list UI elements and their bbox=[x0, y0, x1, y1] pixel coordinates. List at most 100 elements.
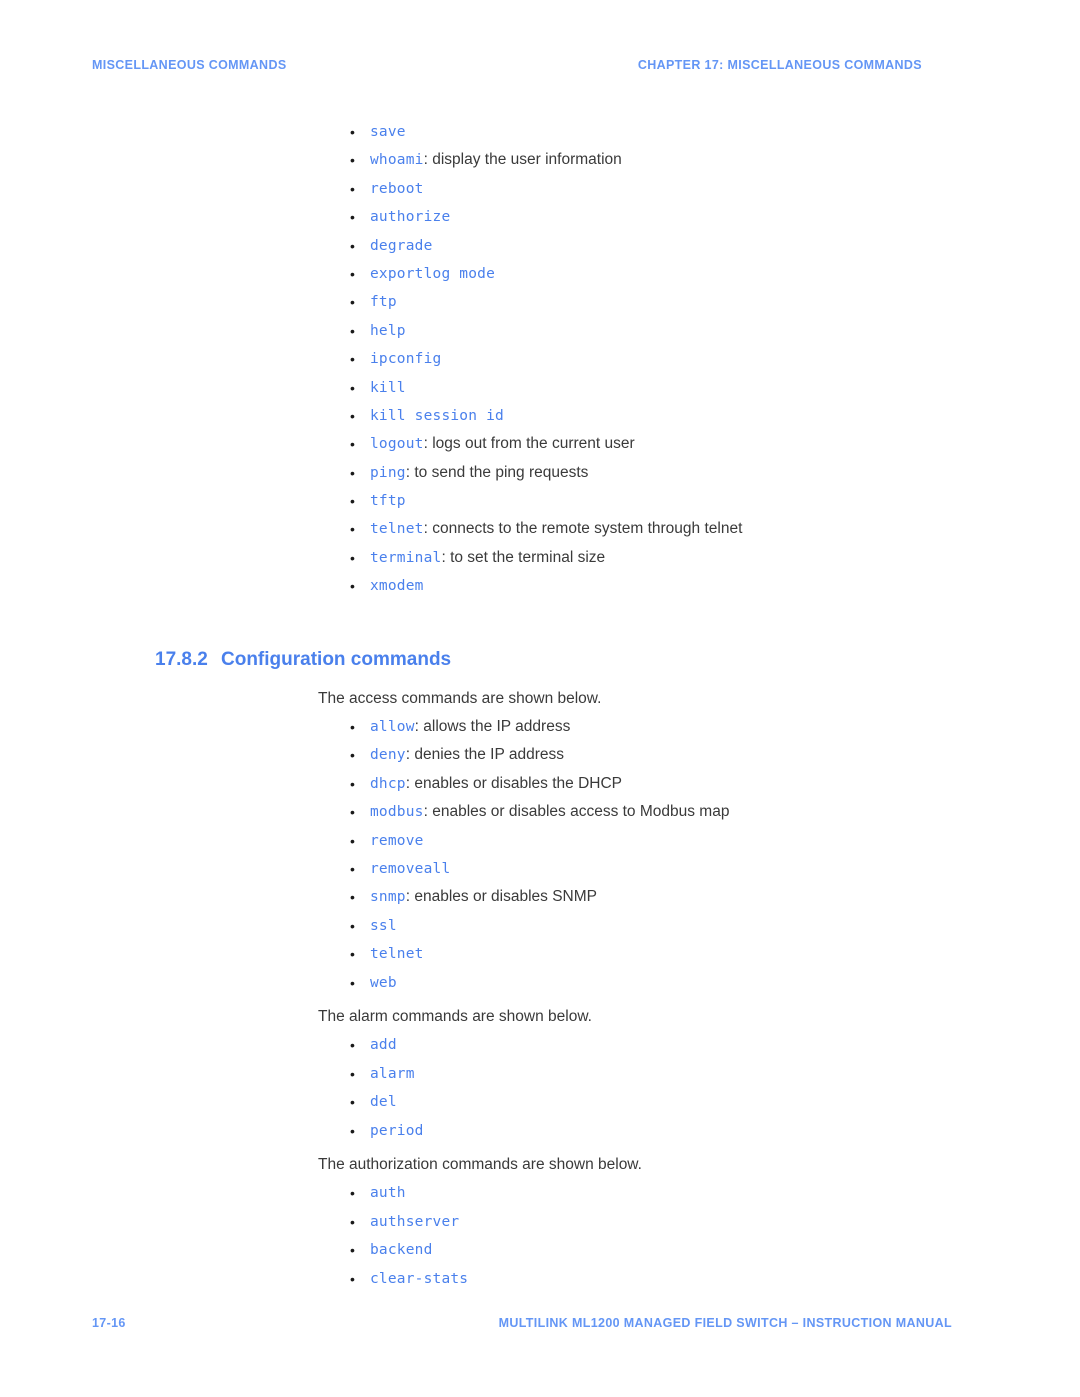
command-name: telnet bbox=[370, 521, 424, 538]
command-name: authserver bbox=[370, 1213, 460, 1230]
command-list-item: del bbox=[0, 1088, 1080, 1117]
miscellaneous-commands-list: save whoami: display the user information… bbox=[0, 118, 1080, 601]
command-name: snmp bbox=[370, 889, 406, 906]
section-number: 17.8.2 bbox=[155, 648, 208, 670]
access-commands-list: allow: allows the IP addressdeny: denies… bbox=[0, 713, 1080, 997]
page-header: MISCELLANEOUS COMMANDS CHAPTER 17: MISCE… bbox=[0, 58, 1080, 80]
command-list-item: clear-stats bbox=[0, 1265, 1080, 1294]
command-description: : to send the ping requests bbox=[405, 463, 589, 481]
header-left-title: MISCELLANEOUS COMMANDS bbox=[92, 58, 287, 72]
command-list-item: logout: logs out from the current user bbox=[0, 430, 1080, 459]
command-list-item: deny: denies the IP address bbox=[0, 741, 1080, 770]
command-description: : enables or disables SNMP bbox=[405, 888, 597, 906]
authorization-commands-list: auth authserver backend clear-stats bbox=[0, 1179, 1080, 1293]
command-name: ftp bbox=[370, 294, 397, 311]
alarm-intro-text: The alarm commands are shown below. bbox=[318, 1007, 592, 1025]
command-list-item: authorize bbox=[0, 203, 1080, 232]
command-list-item: period bbox=[0, 1117, 1080, 1146]
header-right-chapter: CHAPTER 17: MISCELLANEOUS COMMANDS bbox=[637, 58, 922, 72]
command-name: alarm bbox=[370, 1065, 415, 1082]
alarm-commands-list: add alarm del period bbox=[0, 1031, 1080, 1145]
command-name: whoami bbox=[370, 152, 424, 169]
command-name: terminal bbox=[370, 549, 442, 566]
command-list-item: remove bbox=[0, 827, 1080, 856]
command-list-item: auth bbox=[0, 1179, 1080, 1208]
command-list-item: modbus: enables or disables access to Mo… bbox=[0, 798, 1080, 827]
command-description: : enables or disables access to Modbus m… bbox=[423, 803, 730, 821]
document-page: MISCELLANEOUS COMMANDS CHAPTER 17: MISCE… bbox=[0, 0, 1080, 1397]
command-list-item: allow: allows the IP address bbox=[0, 713, 1080, 742]
command-description: : connects to the remote system through … bbox=[423, 520, 743, 538]
command-list-item: save bbox=[0, 118, 1080, 147]
command-list-item: telnet: connects to the remote system th… bbox=[0, 515, 1080, 544]
command-list-item: kill bbox=[0, 374, 1080, 403]
section-title: Configuration commands bbox=[221, 648, 452, 670]
command-list-item: alarm bbox=[0, 1060, 1080, 1089]
command-list-item: telnet bbox=[0, 940, 1080, 969]
command-list-item: ssl bbox=[0, 912, 1080, 941]
command-list-item: terminal: to set the terminal size bbox=[0, 544, 1080, 573]
command-name: save bbox=[370, 124, 406, 140]
command-name: clear-stats bbox=[370, 1270, 469, 1287]
command-description: : enables or disables the DHCP bbox=[405, 774, 622, 792]
command-description: : display the user information bbox=[423, 151, 622, 169]
footer-page-number: 17-16 bbox=[92, 1316, 126, 1330]
command-name: tftp bbox=[370, 493, 406, 510]
command-name: telnet bbox=[370, 946, 424, 963]
command-description: : denies the IP address bbox=[405, 746, 564, 764]
command-description: : logs out from the current user bbox=[423, 435, 635, 453]
footer-manual-title: MULTILINK ML1200 MANAGED FIELD SWITCH – … bbox=[498, 1316, 952, 1330]
command-list-item: web bbox=[0, 969, 1080, 998]
command-list-item: reboot bbox=[0, 175, 1080, 204]
command-name: kill session id bbox=[370, 407, 504, 424]
command-list-item: tftp bbox=[0, 487, 1080, 516]
command-list-item: authserver bbox=[0, 1208, 1080, 1237]
authorization-intro-text: The authorization commands are shown bel… bbox=[318, 1155, 642, 1173]
access-intro-text: The access commands are shown below. bbox=[318, 689, 602, 707]
command-name: deny bbox=[370, 747, 406, 764]
command-description: : allows the IP address bbox=[414, 718, 571, 736]
command-list-item: removeall bbox=[0, 855, 1080, 884]
command-list-item: add bbox=[0, 1031, 1080, 1060]
command-name: web bbox=[370, 974, 397, 991]
command-description: : to set the terminal size bbox=[441, 548, 606, 566]
command-list-item: ipconfig bbox=[0, 345, 1080, 374]
command-list-item: kill session id bbox=[0, 402, 1080, 431]
command-name: del bbox=[370, 1094, 397, 1111]
page-footer: 17-16 MULTILINK ML1200 MANAGED FIELD SWI… bbox=[0, 1316, 1080, 1338]
command-list-item: ftp bbox=[0, 288, 1080, 317]
command-name: add bbox=[370, 1037, 397, 1054]
command-name: ipconfig bbox=[370, 351, 442, 368]
command-name: degrade bbox=[370, 237, 433, 254]
command-list-item: xmodem bbox=[0, 572, 1080, 601]
command-name: kill bbox=[370, 379, 406, 396]
command-list-item: snmp: enables or disables SNMP bbox=[0, 883, 1080, 912]
command-name: modbus bbox=[370, 804, 424, 821]
command-name: dhcp bbox=[370, 775, 406, 792]
command-name: exportlog mode bbox=[370, 265, 496, 282]
command-name: ssl bbox=[370, 917, 397, 934]
command-name: xmodem bbox=[370, 578, 424, 595]
command-name: backend bbox=[370, 1242, 433, 1259]
command-name: ping bbox=[370, 464, 406, 481]
command-list-item: ping: to send the ping requests bbox=[0, 459, 1080, 488]
command-name: remove bbox=[370, 832, 424, 849]
command-name: logout bbox=[370, 436, 424, 453]
command-name: removeall bbox=[370, 861, 451, 877]
command-list-item: dhcp: enables or disables the DHCP bbox=[0, 770, 1080, 799]
command-list-item: degrade bbox=[0, 232, 1080, 261]
command-name: allow bbox=[370, 719, 415, 736]
command-name: period bbox=[370, 1122, 424, 1139]
command-name: authorize bbox=[370, 209, 451, 226]
command-list-item: exportlog mode bbox=[0, 260, 1080, 289]
command-list-item: backend bbox=[0, 1236, 1080, 1265]
command-name: help bbox=[370, 322, 406, 339]
section-heading: 17.8.2 Configuration commands bbox=[0, 645, 1080, 675]
command-name: auth bbox=[370, 1185, 406, 1202]
command-name: reboot bbox=[370, 180, 424, 197]
command-list-item: whoami: display the user information bbox=[0, 146, 1080, 175]
page-content: save whoami: display the user information… bbox=[0, 118, 1080, 1293]
command-list-item: help bbox=[0, 317, 1080, 346]
